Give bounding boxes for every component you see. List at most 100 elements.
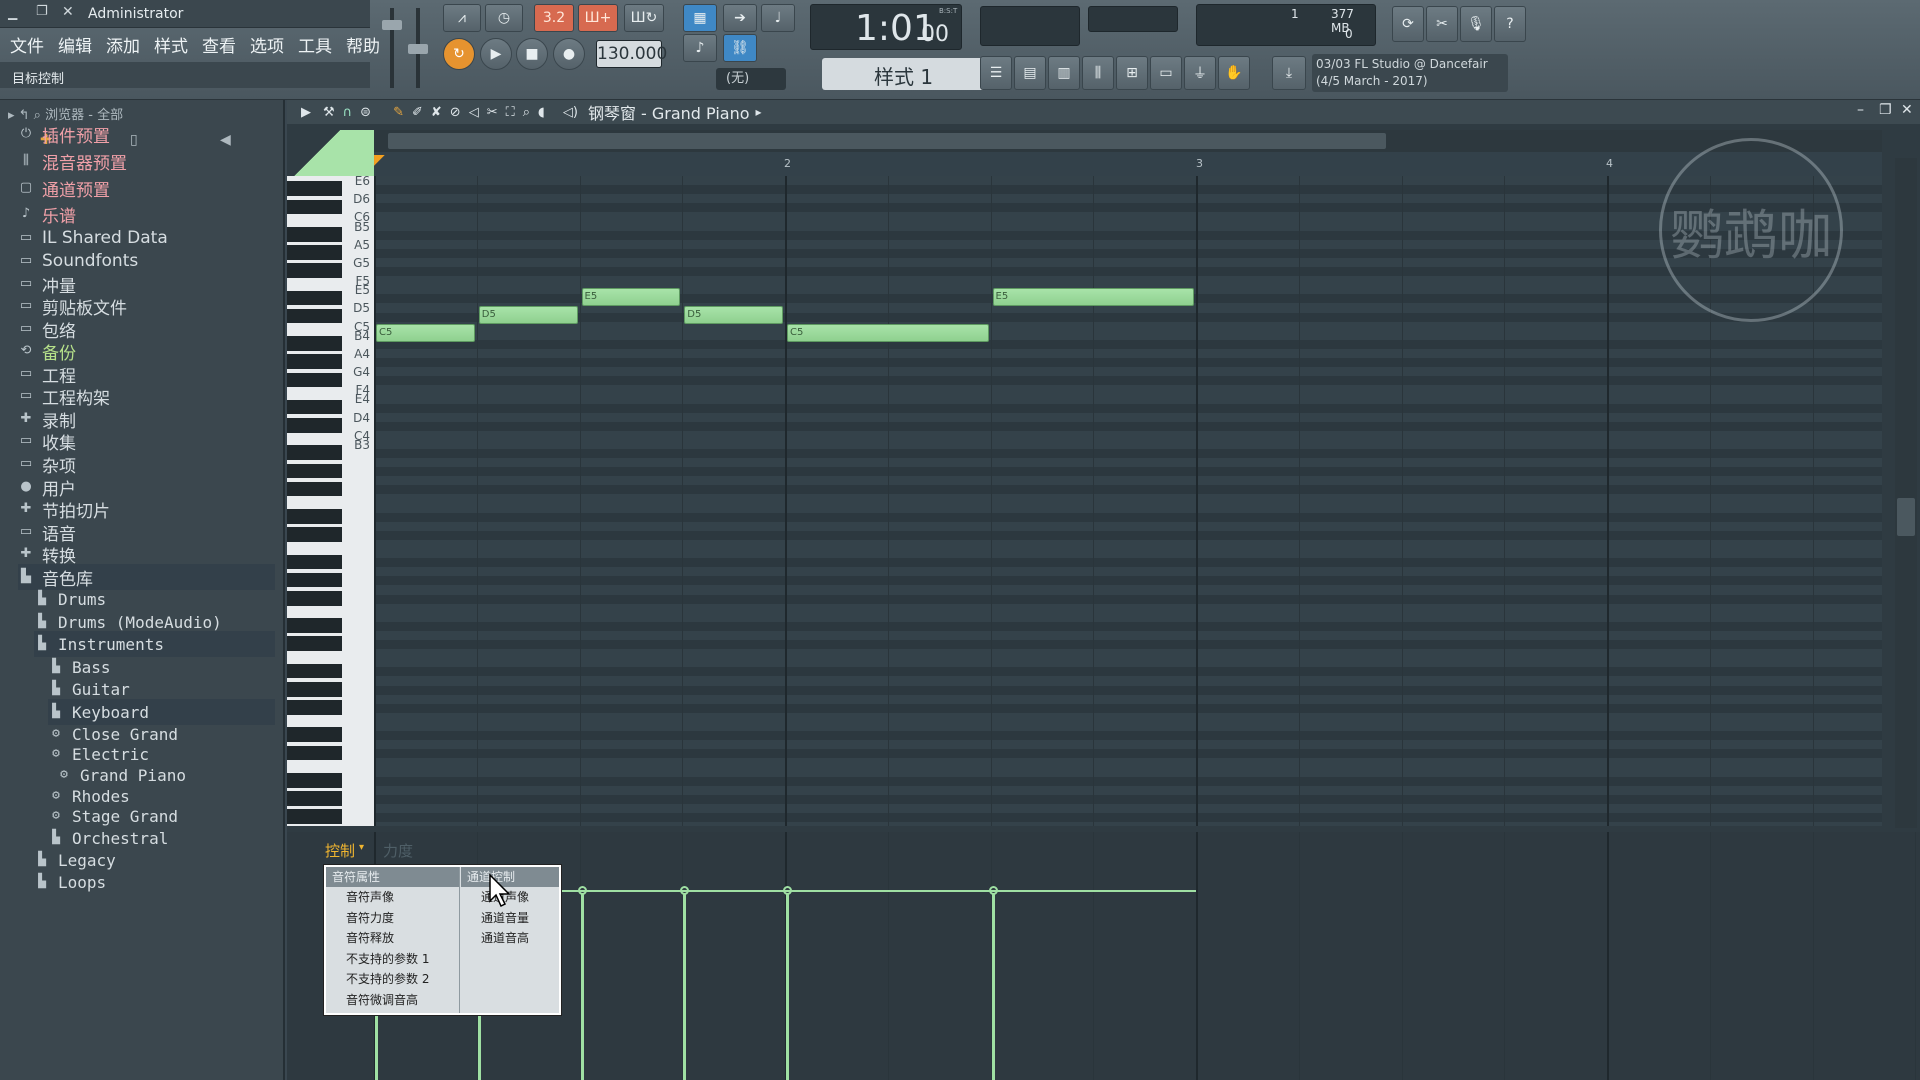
playhead-marker-icon[interactable]: ◤	[374, 152, 385, 168]
reset-icon[interactable]: ⟳	[1392, 6, 1424, 42]
minimize-icon[interactable]: ▁	[8, 6, 17, 20]
playlist-icon[interactable]: ☰	[980, 56, 1012, 90]
menu-options[interactable]: 选项	[250, 32, 284, 57]
stamp-icon[interactable]: ⊜	[360, 105, 371, 120]
black-key[interactable]	[287, 399, 342, 415]
news-panel[interactable]: 03/03 FL Studio @ Dancefair (4/5 March -…	[1312, 54, 1508, 92]
menu-channel-volume[interactable]: 通道音量	[461, 908, 559, 929]
pr-minimize-icon[interactable]: –	[1857, 102, 1864, 118]
delete-tool-icon[interactable]: ✘	[431, 105, 442, 120]
midi-input-select[interactable]: (无)	[716, 68, 786, 90]
browser-item[interactable]: ▢ 通道预置	[18, 175, 110, 201]
wait-record-icon[interactable]: ◷	[485, 4, 523, 32]
plugin-db-icon[interactable]: ▭	[1150, 56, 1182, 90]
menu-file[interactable]: 文件	[10, 32, 44, 57]
paint-tool-icon[interactable]: ✐	[412, 105, 423, 120]
event-stem[interactable]	[991, 890, 995, 1080]
note[interactable]: C5	[376, 324, 475, 343]
restore-icon[interactable]: ❐	[36, 4, 48, 19]
note[interactable]: D5	[684, 306, 783, 325]
piano-roll-icon[interactable]: ▥	[1048, 56, 1080, 90]
snap-to-grid-icon[interactable]: ▦	[683, 4, 717, 32]
black-key[interactable]	[287, 791, 342, 806]
pr-menu-icon[interactable]: ▶	[301, 105, 311, 120]
download-icon[interactable]: ⤓	[1272, 56, 1306, 90]
master-volume-handle[interactable]	[382, 20, 402, 30]
color-selector[interactable]	[287, 130, 374, 176]
magnet-icon[interactable]: ∩	[343, 105, 353, 120]
touch-keyboard-icon[interactable]: ✋	[1218, 56, 1250, 90]
title-arrow-icon[interactable]: ▸	[756, 105, 762, 119]
vertical-scrollbar-thumb[interactable]	[1897, 498, 1915, 536]
menu-help[interactable]: 帮助	[346, 32, 380, 57]
wrench-icon[interactable]: ⚒	[323, 105, 335, 120]
slip-tool-icon[interactable]: ◁	[469, 105, 479, 120]
event-stem[interactable]	[580, 890, 584, 1080]
event-stem[interactable]	[786, 890, 789, 1080]
black-key[interactable]	[287, 308, 342, 324]
black-key[interactable]	[287, 372, 342, 388]
stop-button[interactable]: ■	[516, 38, 548, 70]
menu-channel-pitch[interactable]: 通道音高	[461, 928, 559, 949]
note-grid[interactable]: C5 D5 E5 D5 C5 E5	[374, 176, 1882, 826]
menu-note-fine-pitch[interactable]: 音符微调音高	[326, 990, 459, 1011]
browser-speaker-icon[interactable]: ◀	[220, 132, 231, 148]
event-tab-control[interactable]: 控制	[325, 840, 355, 861]
black-key[interactable]	[287, 554, 342, 570]
song-mode-icon[interactable]: ↻	[443, 38, 475, 70]
slice-tool-icon[interactable]: ✂	[487, 105, 498, 120]
mixer-icon[interactable]: ⫼	[1082, 56, 1114, 90]
black-key[interactable]	[287, 772, 342, 788]
piano-keyboard[interactable]: E6 D6 C6 B5 A5 G5 F5 E5 D5 C5 B4 A4 G4 F4 E4 D4 C4 B3	[287, 176, 374, 826]
note[interactable]: E5	[581, 287, 681, 306]
link-icon[interactable]: ⛓	[723, 34, 757, 62]
black-key[interactable]	[287, 354, 342, 369]
black-key[interactable]	[287, 727, 342, 742]
menu-note-release[interactable]: 音符释放	[326, 928, 459, 949]
pr-maximize-icon[interactable]: ❐	[1879, 102, 1892, 118]
vertical-scrollbar[interactable]	[1895, 158, 1917, 828]
event-lanes[interactable]	[372, 832, 1917, 1080]
master-pitch-handle[interactable]	[408, 44, 428, 54]
event-tab-dropdown-icon[interactable]: ▾	[359, 842, 364, 853]
help-icon[interactable]: ?	[1494, 6, 1526, 42]
record-button[interactable]: ●	[553, 38, 585, 70]
microphone-icon[interactable]: 🎙	[1460, 6, 1492, 42]
event-stem[interactable]	[683, 890, 687, 1080]
black-key[interactable]	[287, 245, 342, 260]
browser-item[interactable]: ▙ Loops	[34, 869, 106, 895]
note[interactable]: D5	[478, 306, 578, 325]
black-key[interactable]	[287, 663, 342, 679]
horizontal-scrollbar[interactable]	[374, 130, 1882, 152]
channel-rack-icon[interactable]: ▤	[1014, 56, 1046, 90]
blend-notes-icon[interactable]: Ш+	[578, 4, 618, 32]
black-key[interactable]	[287, 745, 342, 761]
black-key[interactable]	[287, 226, 342, 242]
black-key[interactable]	[287, 590, 342, 606]
black-key[interactable]	[287, 445, 342, 460]
mute-tool-icon[interactable]: ⊘	[450, 105, 461, 120]
menu-add[interactable]: 添加	[106, 32, 140, 57]
black-key[interactable]	[287, 418, 342, 433]
black-key[interactable]	[287, 809, 342, 824]
menu-tools[interactable]: 工具	[298, 32, 332, 57]
speaker-icon[interactable]: ◁)	[563, 105, 578, 120]
tempo-display[interactable]: 130.000	[596, 40, 667, 68]
cut-icon[interactable]: ✂	[1426, 6, 1458, 42]
note[interactable]: E5	[992, 287, 1194, 306]
menu-note-velocity[interactable]: 音符力度	[326, 908, 459, 929]
metronome-icon[interactable]: ⩘	[443, 4, 481, 32]
menu-unsupported-param-2[interactable]: 不支持的参数 2	[326, 969, 459, 990]
black-key[interactable]	[287, 199, 342, 215]
note[interactable]: C5	[787, 324, 989, 343]
metronome-bell-icon[interactable]: ♩	[761, 4, 795, 32]
menu-unsupported-param-1[interactable]: 不支持的参数 1	[326, 949, 459, 970]
black-key[interactable]	[287, 527, 342, 542]
step-edit-icon[interactable]: ♪	[683, 34, 717, 62]
black-key[interactable]	[287, 700, 342, 715]
black-key[interactable]	[287, 509, 342, 524]
scrollbar-thumb[interactable]	[388, 133, 1386, 149]
browser-file-icon[interactable]: ▯	[130, 132, 138, 148]
black-key[interactable]	[287, 463, 342, 479]
pattern-selector[interactable]: 样式 1	[822, 58, 992, 90]
